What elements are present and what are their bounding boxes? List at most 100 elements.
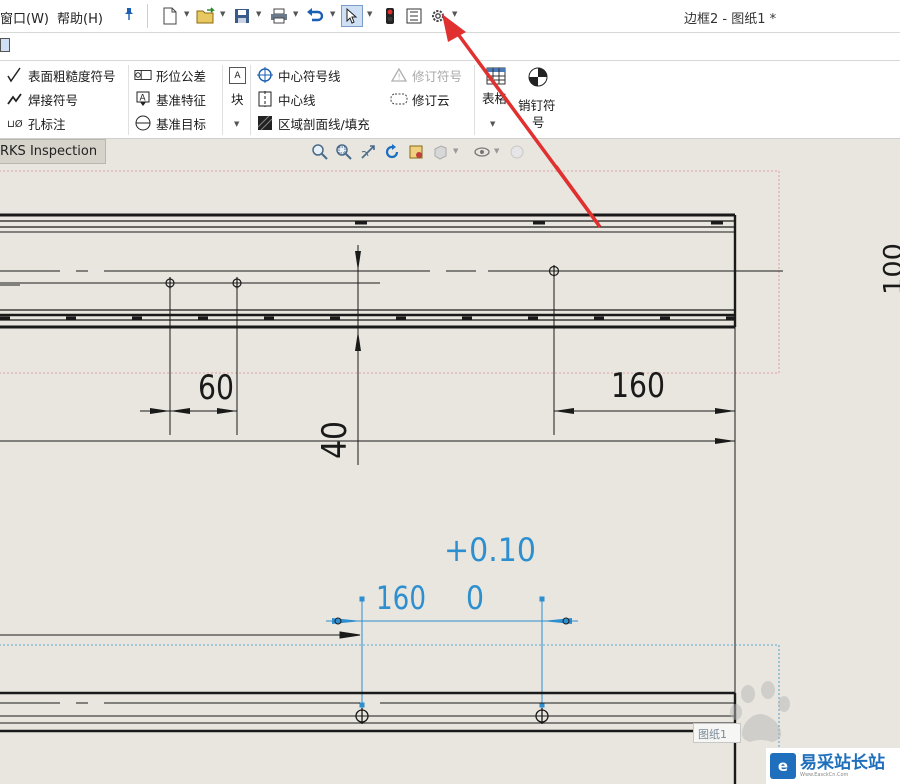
dimension-60[interactable]: 60 [140, 368, 237, 414]
dim-60-text[interactable]: 60 [198, 368, 234, 408]
site-watermark: e 易采站长站 Www.EasckCn.Com [766, 748, 900, 784]
center-mark-icon [256, 67, 274, 83]
chevron-down-icon[interactable]: ▼ [234, 120, 239, 128]
chevron-down-icon[interactable]: ▼ [256, 10, 261, 18]
revision-cloud-label: 修订云 [412, 92, 450, 108]
chevron-down-icon[interactable]: ▼ [367, 10, 372, 18]
open-icon[interactable] [196, 6, 216, 26]
display-mode-icon[interactable] [407, 143, 425, 161]
drag-handle[interactable] [359, 596, 365, 602]
document-title: 边框2 - 图纸1 * [684, 12, 777, 27]
surface-finish-button[interactable]: 表面粗糙度符号 [6, 65, 116, 85]
chevron-down-icon[interactable]: ▼ [453, 147, 458, 155]
centerline-label: 中心线 [278, 92, 316, 108]
hole-callout-button[interactable]: ⊔Ø 孔标注 [6, 113, 66, 133]
surface-finish-icon [6, 67, 24, 83]
surface-finish-label: 表面粗糙度符号 [28, 68, 116, 84]
chevron-down-icon[interactable]: ▼ [220, 10, 225, 18]
new-document-icon[interactable] [160, 6, 180, 26]
chevron-down-icon[interactable]: ▼ [494, 147, 499, 155]
selected-dimension-160[interactable]: +0.10 160 0 [326, 531, 578, 717]
chevron-down-icon[interactable]: ▼ [490, 120, 495, 128]
weld-symbol-icon [6, 91, 24, 107]
drag-handle[interactable] [359, 702, 365, 708]
view-boundary-top [0, 170, 780, 374]
pan-icon[interactable] [359, 143, 377, 161]
menu-window[interactable]: 窗口(W) [0, 8, 49, 27]
revision-triangle-icon: ! [390, 67, 408, 83]
options-gear-icon[interactable] [428, 6, 448, 26]
datum-feature-button[interactable]: A 基准特征 [134, 89, 206, 109]
callout-arrow [444, 12, 602, 229]
centerline-button[interactable]: 中心线 [256, 89, 316, 109]
menu-help[interactable]: 帮助(H) [57, 8, 103, 27]
area-hatch-button[interactable]: 区域剖面线/填充 [256, 113, 370, 133]
select-pointer-icon[interactable] [341, 5, 363, 27]
centerline-icon [256, 91, 274, 107]
undo-icon[interactable] [305, 6, 325, 26]
chevron-down-icon[interactable]: ▼ [293, 10, 298, 18]
site-watermark-text: 易采站长站 [800, 753, 885, 773]
weld-symbol-button[interactable]: 焊接符号 [6, 89, 78, 109]
annotation-ribbon: 表面粗糙度符号 焊接符号 ⊔Ø 孔标注 形位公差 A 基准特征 基准目标 A 块… [0, 61, 900, 139]
tolerance-lower-text[interactable]: 0 [466, 579, 484, 617]
dowel-pin-label-line2: 号 [532, 115, 545, 130]
view-boundary-bottom [0, 644, 780, 784]
hole-marks [165, 265, 560, 289]
ribbon-separator [474, 65, 475, 135]
rotate-icon[interactable] [383, 143, 401, 161]
overall-dimension-line [0, 438, 735, 444]
view-orientation-icon [431, 143, 449, 161]
tolerance-upper-text[interactable]: +0.10 [444, 531, 536, 569]
dim-100-text[interactable]: 100 [879, 243, 900, 295]
area-hatch-label: 区域剖面线/填充 [278, 116, 370, 132]
zoom-to-fit-icon[interactable] [311, 143, 329, 161]
dim-40-text[interactable]: 40 [315, 421, 355, 459]
datum-target-label: 基准目标 [156, 116, 207, 132]
ribbon-separator [128, 65, 129, 135]
toolbar-separator [147, 4, 148, 28]
part-profile-bottom [0, 631, 737, 784]
site-logo-icon: e [770, 753, 796, 779]
file-properties-icon[interactable] [404, 6, 424, 26]
revision-cloud-button[interactable]: 修订云 [390, 89, 450, 109]
ribbon-separator [250, 65, 251, 135]
zoom-to-area-icon[interactable] [335, 143, 353, 161]
hide-show-items-icon[interactable] [473, 143, 491, 161]
drag-handle[interactable] [539, 596, 545, 602]
revision-symbol-label: 修订符号 [412, 68, 463, 84]
table-icon [486, 67, 506, 88]
area-hatch-icon [256, 115, 274, 131]
print-icon[interactable] [269, 6, 289, 26]
selected-dim-value-text[interactable]: 160 [376, 579, 426, 617]
datum-target-icon [134, 115, 152, 131]
svg-text:!: ! [398, 73, 401, 82]
center-mark-button[interactable]: 中心符号线 [256, 65, 341, 85]
datum-target-button[interactable]: 基准目标 [134, 113, 206, 133]
dimension-40[interactable]: 40 [315, 251, 361, 459]
dowel-pin-button[interactable]: 销钉符 号 [516, 67, 562, 133]
geometric-tolerance-icon [134, 67, 152, 83]
chevron-down-icon[interactable]: ▼ [452, 10, 457, 18]
pin-icon[interactable] [123, 7, 135, 25]
save-icon[interactable] [232, 6, 252, 26]
sheet-format-icon[interactable] [0, 38, 10, 52]
dim-160-text[interactable]: 160 [611, 366, 665, 406]
tab-inspection[interactable]: RKS Inspection [0, 139, 106, 164]
ribbon-separator [222, 65, 223, 135]
geometric-tolerance-label: 形位公差 [156, 68, 207, 84]
rebuild-traffic-light-icon[interactable] [380, 6, 400, 26]
table-button[interactable]: 表格 ▼ [480, 67, 512, 133]
chevron-down-icon[interactable]: ▼ [330, 10, 335, 18]
center-mark-label: 中心符号线 [278, 68, 341, 84]
command-bar [0, 33, 900, 61]
block-button[interactable]: A 块 ▼ [228, 67, 248, 128]
menu-bar: 窗口(W) 帮助(H) ▼ ▼ ▼ ▼ ▼ ▼ ▼ 边框2 - 图纸1 * [0, 0, 900, 33]
block-label: 块 [231, 92, 244, 107]
revision-symbol-button: ! 修订符号 [390, 65, 462, 85]
datum-feature-label: 基准特征 [156, 92, 207, 108]
geometric-tolerance-button[interactable]: 形位公差 [134, 65, 206, 85]
chevron-down-icon[interactable]: ▼ [184, 10, 189, 18]
table-label: 表格 [482, 91, 508, 106]
dowel-pin-icon [528, 67, 548, 90]
